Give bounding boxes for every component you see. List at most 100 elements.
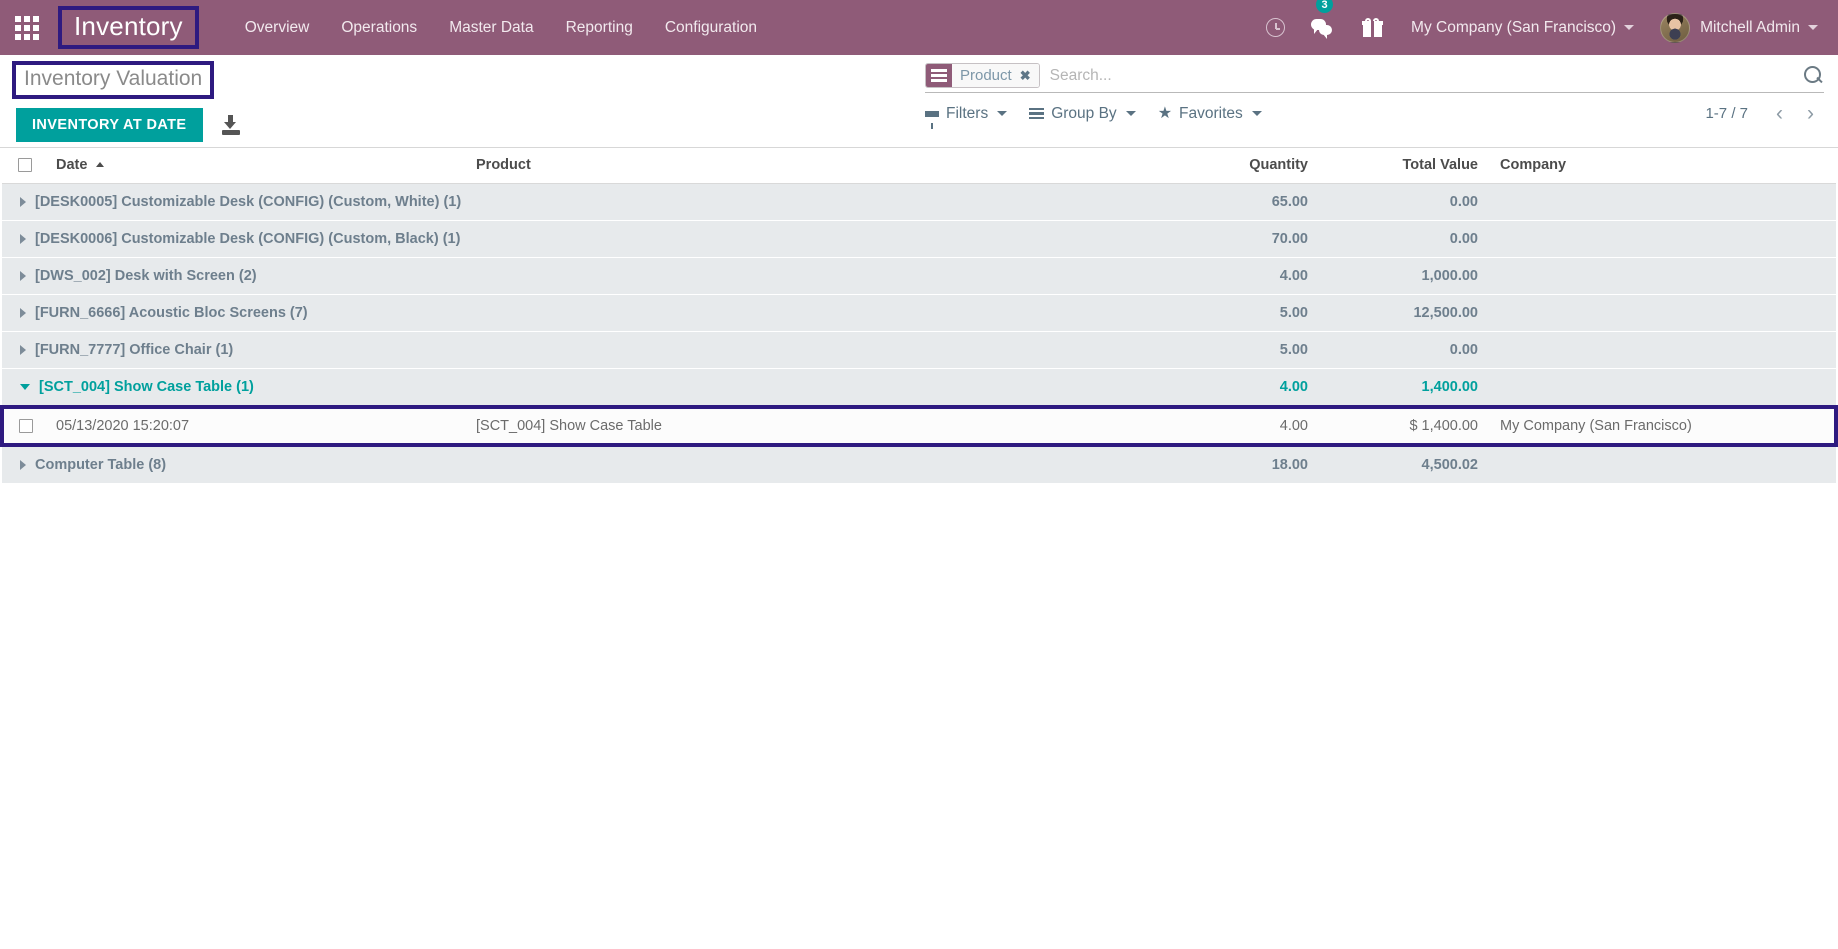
inventory-valuation-table: Date Product Quantity Total Value Compan… xyxy=(0,148,1838,484)
chevron-down-icon[interactable] xyxy=(20,384,30,390)
gift-icon xyxy=(1362,18,1384,37)
group-row-company xyxy=(1486,183,1836,221)
chevron-right-icon[interactable] xyxy=(20,234,26,244)
row-select-cell xyxy=(0,405,48,447)
chevron-right-icon[interactable]: › xyxy=(1797,103,1824,124)
table-body: [DESK0005] Customizable Desk (CONFIG) (C… xyxy=(0,183,1838,484)
column-header-product[interactable]: Product xyxy=(468,148,1136,184)
group-row-label-cell[interactable]: [DESK0006] Customizable Desk (CONFIG) (C… xyxy=(2,220,1136,258)
chevron-down-icon xyxy=(1251,111,1262,116)
column-header-total-value[interactable]: Total Value xyxy=(1316,148,1486,184)
table-group-row[interactable]: [FURN_7777] Office Chair (1) 5.00 0.00 xyxy=(2,331,1836,369)
row-checkbox[interactable] xyxy=(19,419,33,434)
group-row-total-value: 0.00 xyxy=(1316,220,1486,258)
table-group-row[interactable]: [DWS_002] Desk with Screen (2) 4.00 1,00… xyxy=(2,257,1836,295)
group-row-company xyxy=(1486,294,1836,332)
breadcrumb-highlight: Inventory Valuation xyxy=(12,61,215,100)
pager-count: 1-7 / 7 xyxy=(1705,105,1748,122)
group-row-total-value: 12,500.00 xyxy=(1316,294,1486,332)
menu-item-operations[interactable]: Operations xyxy=(325,11,433,45)
close-icon[interactable]: ✖ xyxy=(1017,64,1039,87)
search-bar[interactable]: Product ✖ xyxy=(925,63,1824,93)
search-input[interactable] xyxy=(1047,63,1796,89)
filters-label: Filters xyxy=(946,104,989,122)
group-row-label-cell[interactable]: Computer Table (8) xyxy=(2,444,1136,484)
group-row-label-cell[interactable]: [DWS_002] Desk with Screen (2) xyxy=(2,257,1136,295)
group-row-company xyxy=(1486,368,1836,408)
menu-item-reporting[interactable]: Reporting xyxy=(550,11,649,45)
column-header-date[interactable]: Date xyxy=(48,148,468,184)
group-row-label: [SCT_004] Show Case Table (1) xyxy=(39,379,254,395)
group-row-label: [FURN_6666] Acoustic Bloc Screens (7) xyxy=(35,305,308,321)
chevron-right-icon[interactable] xyxy=(20,345,26,355)
chevron-down-icon xyxy=(1624,25,1635,30)
group-by-icon xyxy=(926,64,952,87)
chevron-left-icon[interactable]: ‹ xyxy=(1766,103,1793,124)
pager: 1-7 / 7 ‹ › xyxy=(1705,103,1824,124)
search-toolbar: Filters Group By ★ Favorites 1-7 / 7 ‹ › xyxy=(925,103,1824,129)
chevron-down-icon xyxy=(997,111,1008,116)
table-group-row[interactable]: [FURN_6666] Acoustic Bloc Screens (7) 5.… xyxy=(2,294,1836,332)
group-row-quantity: 5.00 xyxy=(1136,331,1316,369)
search-icon[interactable] xyxy=(1802,65,1824,87)
table-group-row[interactable]: [DESK0006] Customizable Desk (CONFIG) (C… xyxy=(2,220,1836,258)
main-menu: Overview Operations Master Data Reportin… xyxy=(229,11,773,45)
inventory-at-date-button[interactable]: INVENTORY AT DATE xyxy=(16,108,203,143)
select-all-checkbox[interactable] xyxy=(18,158,32,173)
group-row-label-cell[interactable]: [FURN_6666] Acoustic Bloc Screens (7) xyxy=(2,294,1136,332)
group-row-label: [DESK0005] Customizable Desk (CONFIG) (C… xyxy=(35,194,462,210)
group-row-label-cell[interactable]: [FURN_7777] Office Chair (1) xyxy=(2,331,1136,369)
company-label: My Company (San Francisco) xyxy=(1411,18,1617,36)
group-row-total-value: 1,000.00 xyxy=(1316,257,1486,295)
star-icon: ★ xyxy=(1157,104,1173,122)
group-row-label: Computer Table (8) xyxy=(35,457,167,473)
group-row-quantity: 4.00 xyxy=(1136,257,1316,295)
control-panel-left: Inventory Valuation INVENTORY AT DATE xyxy=(12,61,241,143)
row-company: My Company (San Francisco) xyxy=(1486,405,1838,447)
chat-bubbles-icon xyxy=(1311,18,1337,39)
funnel-icon xyxy=(925,110,939,129)
breadcrumb[interactable]: Inventory Valuation xyxy=(24,66,202,92)
chevron-right-icon[interactable] xyxy=(20,197,26,207)
group-row-quantity: 18.00 xyxy=(1136,444,1316,484)
download-icon[interactable] xyxy=(221,115,241,136)
chevron-right-icon[interactable] xyxy=(20,308,26,318)
table-row-selected[interactable]: 05/13/2020 15:20:07 [SCT_004] Show Case … xyxy=(0,405,1838,447)
group-row-company xyxy=(1486,331,1836,369)
search-facet-label: Product xyxy=(952,64,1018,87)
column-header-quantity[interactable]: Quantity xyxy=(1136,148,1316,184)
group-by-dropdown[interactable]: Group By xyxy=(1029,104,1136,123)
table-group-row[interactable]: Computer Table (8) 18.00 4,500.02 xyxy=(2,444,1836,484)
chevron-down-icon xyxy=(1808,25,1818,30)
navbar-right-group: 3 My Company (San Francisco) Mitchell Ad… xyxy=(1253,0,1824,55)
column-header-company[interactable]: Company xyxy=(1486,148,1836,184)
filters-dropdown[interactable]: Filters xyxy=(925,104,1008,129)
menu-item-configuration[interactable]: Configuration xyxy=(649,11,773,45)
app-brand-highlight: Inventory xyxy=(58,5,199,50)
group-row-total-value: 1,400.00 xyxy=(1316,368,1486,408)
favorites-dropdown[interactable]: ★ Favorites xyxy=(1158,105,1262,123)
top-navbar: Inventory Overview Operations Master Dat… xyxy=(0,0,1838,55)
messages-button[interactable]: 3 xyxy=(1298,0,1350,55)
table-group-row[interactable]: [DESK0005] Customizable Desk (CONFIG) (C… xyxy=(2,183,1836,221)
group-row-label-cell[interactable]: [DESK0005] Customizable Desk (CONFIG) (C… xyxy=(2,183,1136,221)
activities-button[interactable] xyxy=(1253,0,1298,55)
company-switcher[interactable]: My Company (San Francisco) xyxy=(1395,19,1640,37)
chevron-down-icon xyxy=(1125,111,1136,116)
select-all-header xyxy=(2,148,48,184)
apps-grid-icon[interactable] xyxy=(10,11,44,45)
menu-item-overview[interactable]: Overview xyxy=(229,11,326,45)
menu-item-master-data[interactable]: Master Data xyxy=(433,11,549,45)
user-menu[interactable]: Mitchell Admin xyxy=(1640,12,1824,43)
list-lines-icon xyxy=(1029,107,1045,120)
chevron-right-icon[interactable] xyxy=(20,271,26,281)
group-row-total-value: 4,500.02 xyxy=(1316,444,1486,484)
app-brand-label[interactable]: Inventory xyxy=(74,12,183,41)
chevron-right-icon[interactable] xyxy=(20,460,26,470)
favorites-label: Favorites xyxy=(1179,104,1243,122)
group-row-label-cell[interactable]: [SCT_004] Show Case Table (1) xyxy=(2,368,1136,408)
table-group-row-expanded[interactable]: [SCT_004] Show Case Table (1) 4.00 1,400… xyxy=(2,368,1836,408)
search-facet-product[interactable]: Product ✖ xyxy=(925,63,1040,88)
group-by-label: Group By xyxy=(1051,104,1117,122)
gift-button[interactable] xyxy=(1350,0,1395,55)
